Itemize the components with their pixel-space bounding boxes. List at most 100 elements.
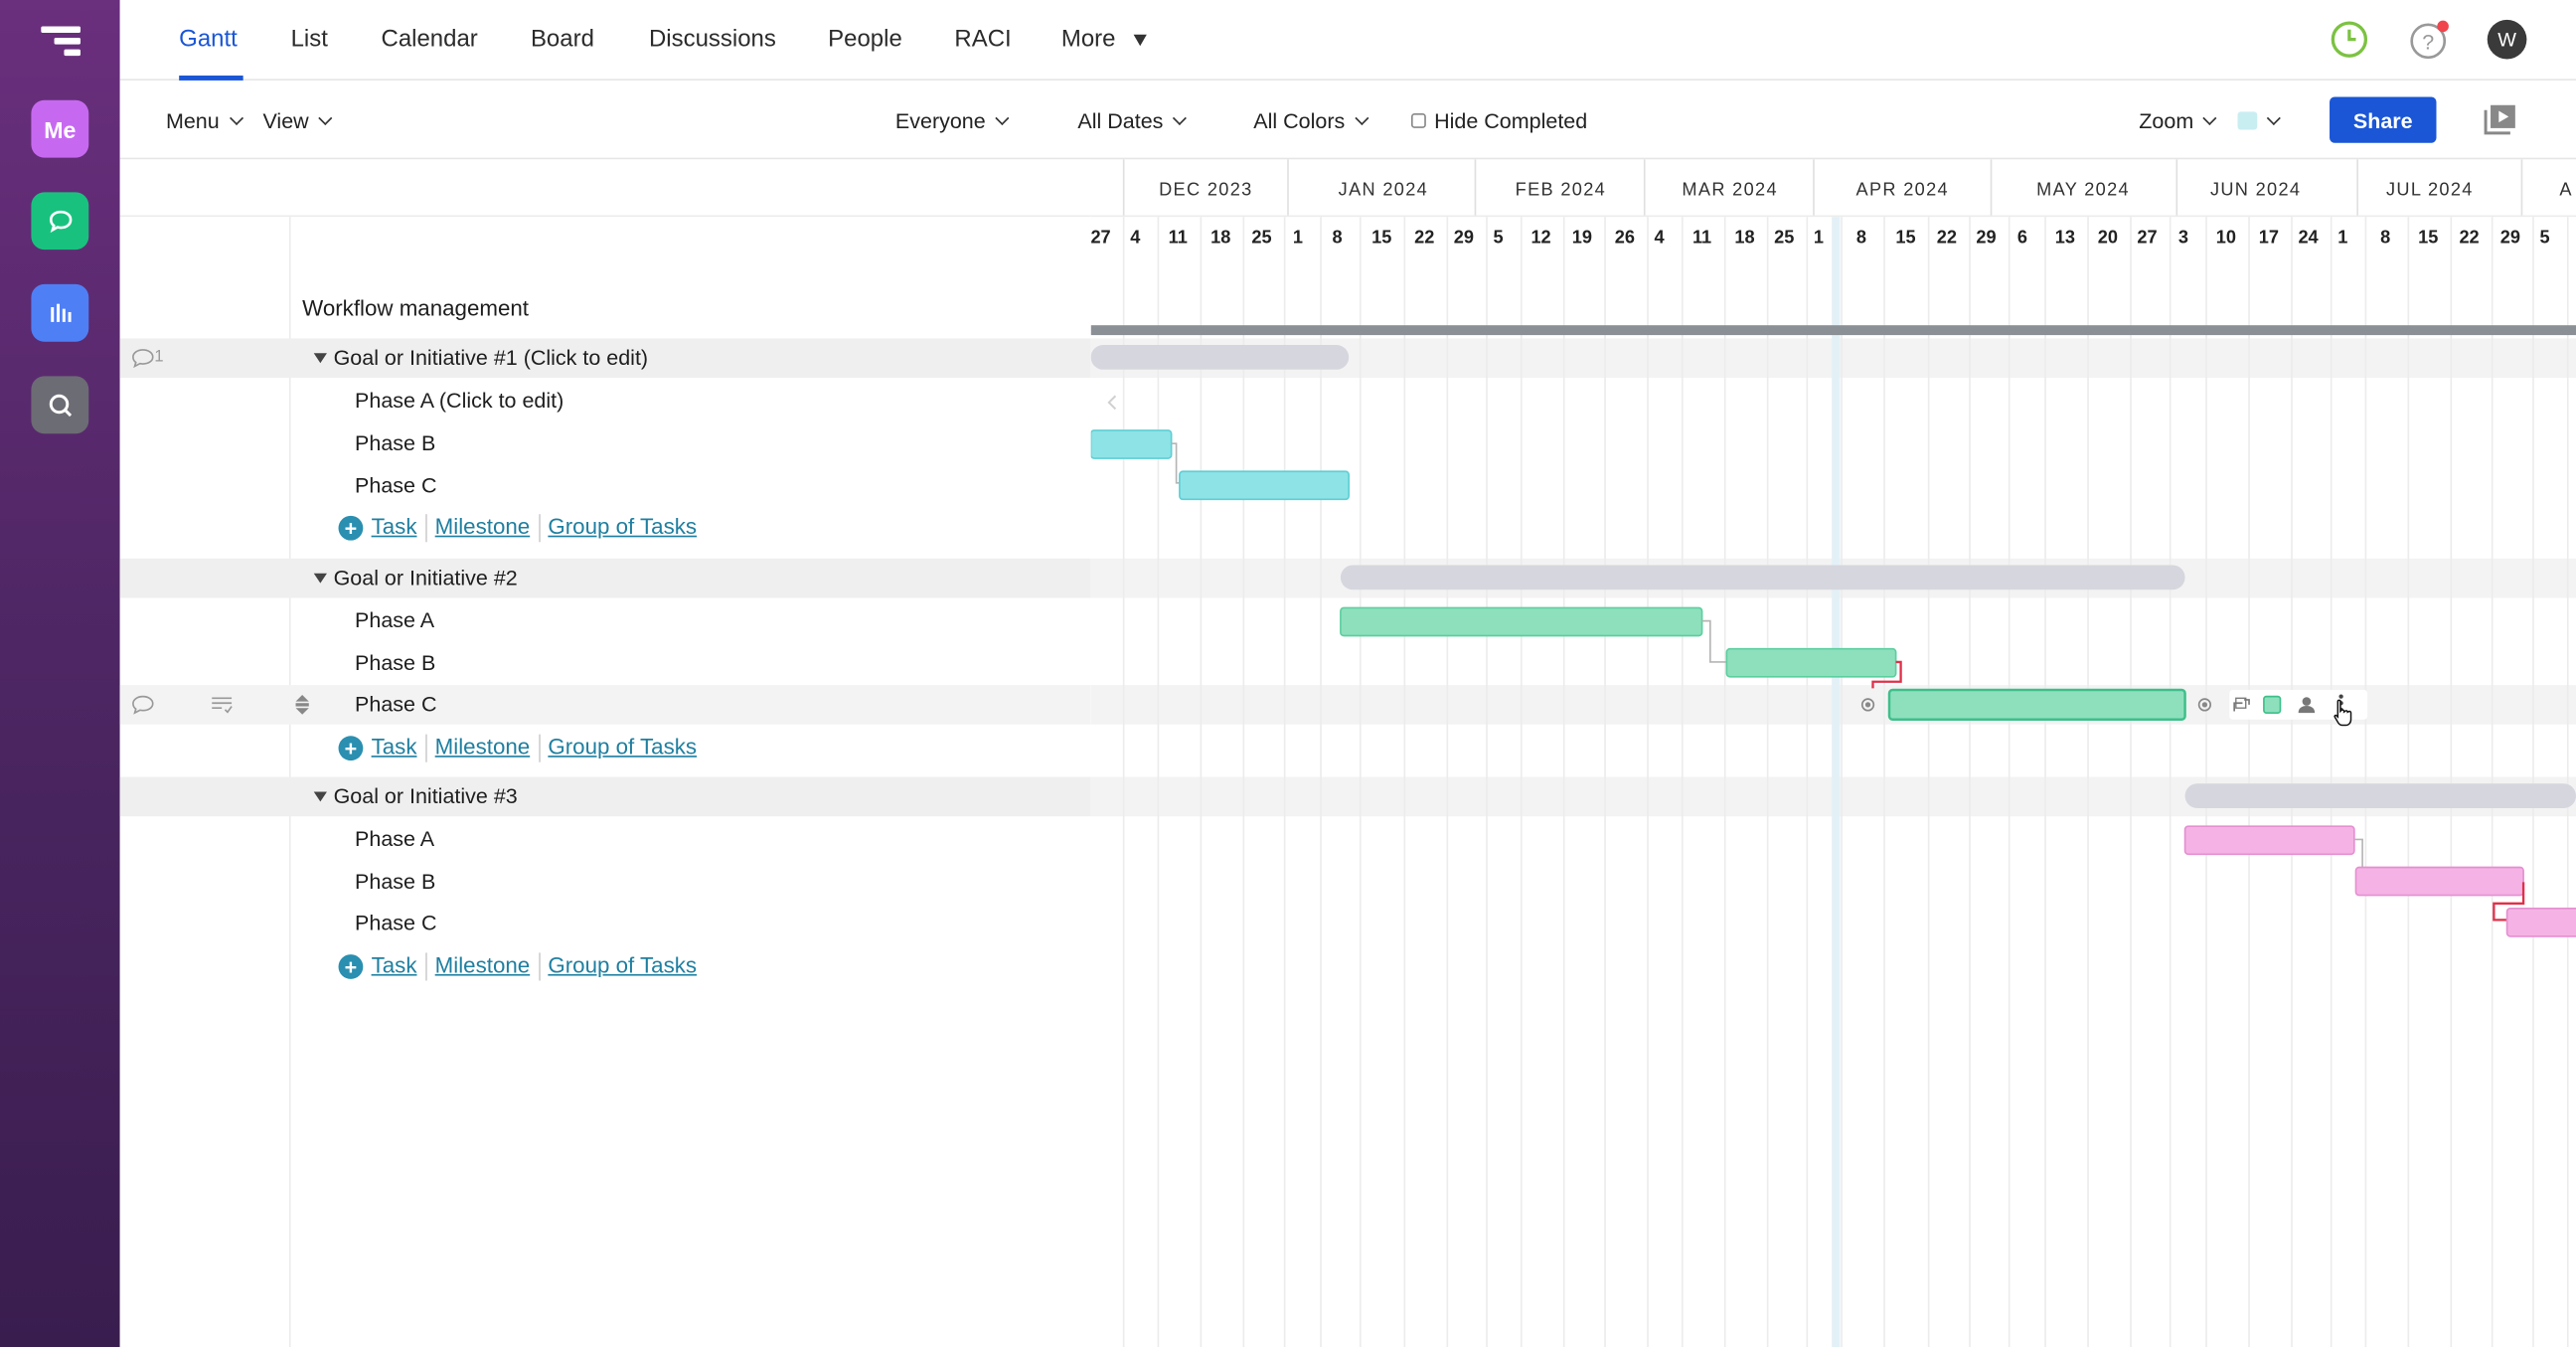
help-button[interactable]: ?: [2408, 20, 2451, 71]
search-nav-button[interactable]: [31, 376, 89, 434]
task-row[interactable]: Phase B: [120, 863, 1091, 903]
task-row[interactable]: Phase C: [120, 466, 1091, 506]
group-row[interactable]: 1 Goal or Initiative #1 (Click to edit): [119, 338, 1091, 379]
task-label[interactable]: Phase B: [355, 650, 435, 675]
tab-discussions[interactable]: Discussions: [649, 26, 776, 52]
share-button[interactable]: Share: [2330, 96, 2437, 143]
task-label[interactable]: Phase A: [355, 826, 434, 851]
zoom-dropdown[interactable]: Zoom: [2139, 108, 2217, 133]
tab-raci[interactable]: RACI: [954, 26, 1011, 52]
color-filter-dropdown[interactable]: All Colors: [1253, 108, 1368, 133]
group-label[interactable]: Goal or Initiative #1 (Click to edit): [334, 345, 649, 370]
color-picker-icon[interactable]: [2263, 695, 2282, 714]
task-label[interactable]: Phase C: [355, 473, 436, 498]
task-row[interactable]: Phase A: [120, 820, 1091, 860]
hide-completed-toggle[interactable]: Hide Completed: [1410, 108, 1588, 133]
task-label[interactable]: Phase C: [355, 910, 436, 934]
menu-dropdown[interactable]: Menu: [166, 108, 243, 133]
play-slides-icon: [2484, 104, 2515, 135]
task-bar[interactable]: [1179, 470, 1350, 501]
chevron-down-icon: [2266, 110, 2281, 125]
plus-circle-icon[interactable]: +: [338, 736, 364, 761]
hide-completed-checkbox[interactable]: [1410, 113, 1426, 128]
tab-people[interactable]: People: [828, 26, 902, 52]
group-label[interactable]: Goal or Initiative #2: [334, 565, 518, 589]
group-row[interactable]: Goal or Initiative #3: [119, 776, 1091, 817]
tab-more[interactable]: More: [1061, 26, 1147, 53]
app-logo[interactable]: [40, 23, 82, 59]
color-picker-dropdown[interactable]: [2237, 108, 2281, 133]
add-group-link[interactable]: Group of Tasks: [548, 514, 697, 539]
add-milestone-link[interactable]: Milestone: [435, 953, 531, 978]
task-row-hovered[interactable]: Phase C: [119, 685, 1091, 725]
day-label: 15: [1371, 228, 1391, 248]
task-bar-selected[interactable]: [1887, 688, 2186, 722]
day-label: 25: [1774, 228, 1794, 248]
project-title[interactable]: Workflow management: [302, 295, 529, 320]
chevron-down-icon: [229, 110, 243, 125]
reports-nav-button[interactable]: [31, 283, 89, 342]
view-dropdown[interactable]: View: [262, 108, 333, 133]
comment-icon[interactable]: [131, 348, 154, 369]
me-button[interactable]: Me: [31, 99, 89, 158]
add-task-link[interactable]: Task: [372, 735, 417, 759]
project-summary-bar[interactable]: [1090, 325, 2576, 336]
collapse-triangle-icon[interactable]: [313, 573, 327, 584]
group-bar[interactable]: [1340, 565, 2185, 590]
day-label: 10: [2216, 228, 2236, 248]
chat-bubble-icon: [49, 210, 72, 233]
hide-completed-label: Hide Completed: [1434, 108, 1588, 133]
subtasks-icon[interactable]: [211, 695, 234, 715]
task-row[interactable]: Phase B: [120, 423, 1091, 463]
task-bar[interactable]: [1090, 429, 1173, 459]
tab-list[interactable]: List: [291, 26, 328, 52]
task-bar[interactable]: [2505, 907, 2576, 937]
task-row[interactable]: Phase C: [120, 904, 1091, 943]
collapse-triangle-icon[interactable]: [313, 791, 327, 802]
discussions-nav-button[interactable]: [31, 192, 89, 251]
task-label[interactable]: Phase A (Click to edit): [355, 388, 564, 413]
task-bar[interactable]: [1725, 647, 1897, 678]
plus-circle-icon[interactable]: +: [338, 954, 364, 979]
task-bar[interactable]: [2354, 866, 2524, 897]
add-task-link[interactable]: Task: [372, 514, 417, 539]
day-label: 22: [2459, 228, 2479, 248]
scroll-left-icon[interactable]: [1107, 395, 1117, 411]
tab-calendar[interactable]: Calendar: [382, 26, 478, 52]
drag-handle-icon[interactable]: [294, 693, 311, 716]
task-row[interactable]: Phase A: [120, 601, 1091, 641]
day-label: 29: [1976, 228, 1996, 248]
task-label[interactable]: Phase B: [355, 869, 435, 894]
comment-icon[interactable]: [131, 695, 154, 715]
task-row[interactable]: Phase B: [120, 644, 1091, 684]
gantt-timeline: DEC 2023 JAN 2024 FEB 2024 MAR 2024 APR 2024…: [1090, 159, 2576, 1347]
group-bar[interactable]: [2184, 783, 2576, 808]
user-avatar[interactable]: W: [2487, 19, 2527, 60]
group-label[interactable]: Goal or Initiative #3: [334, 783, 518, 808]
add-milestone-link[interactable]: Milestone: [435, 514, 531, 539]
task-label[interactable]: Phase B: [355, 430, 435, 455]
task-row[interactable]: Phase A (Click to edit): [120, 381, 1091, 421]
separator: [538, 514, 541, 543]
add-task-link[interactable]: Task: [372, 953, 417, 978]
presentation-mode-button[interactable]: [2483, 103, 2518, 144]
day-label: 18: [1734, 228, 1754, 248]
task-bar[interactable]: [2183, 825, 2355, 856]
group-bar[interactable]: [1090, 345, 1350, 370]
plus-circle-icon[interactable]: +: [338, 515, 364, 541]
add-group-link[interactable]: Group of Tasks: [548, 953, 697, 978]
tab-board[interactable]: Board: [531, 26, 594, 52]
group-row[interactable]: Goal or Initiative #2: [119, 558, 1091, 598]
date-filter-dropdown[interactable]: All Dates: [1077, 108, 1187, 133]
add-milestone-link[interactable]: Milestone: [435, 735, 531, 759]
task-bar[interactable]: [1340, 606, 1703, 637]
day-label: 4: [1655, 228, 1666, 248]
time-tracking-button[interactable]: [2330, 20, 2369, 68]
people-filter-dropdown[interactable]: Everyone: [895, 108, 1010, 133]
collapse-triangle-icon[interactable]: [313, 353, 327, 364]
task-label[interactable]: Phase C: [355, 692, 436, 717]
task-label[interactable]: Phase A: [355, 607, 434, 632]
add-group-link[interactable]: Group of Tasks: [548, 735, 697, 759]
tab-gantt[interactable]: Gantt: [179, 26, 238, 52]
search-icon: [48, 393, 72, 417]
